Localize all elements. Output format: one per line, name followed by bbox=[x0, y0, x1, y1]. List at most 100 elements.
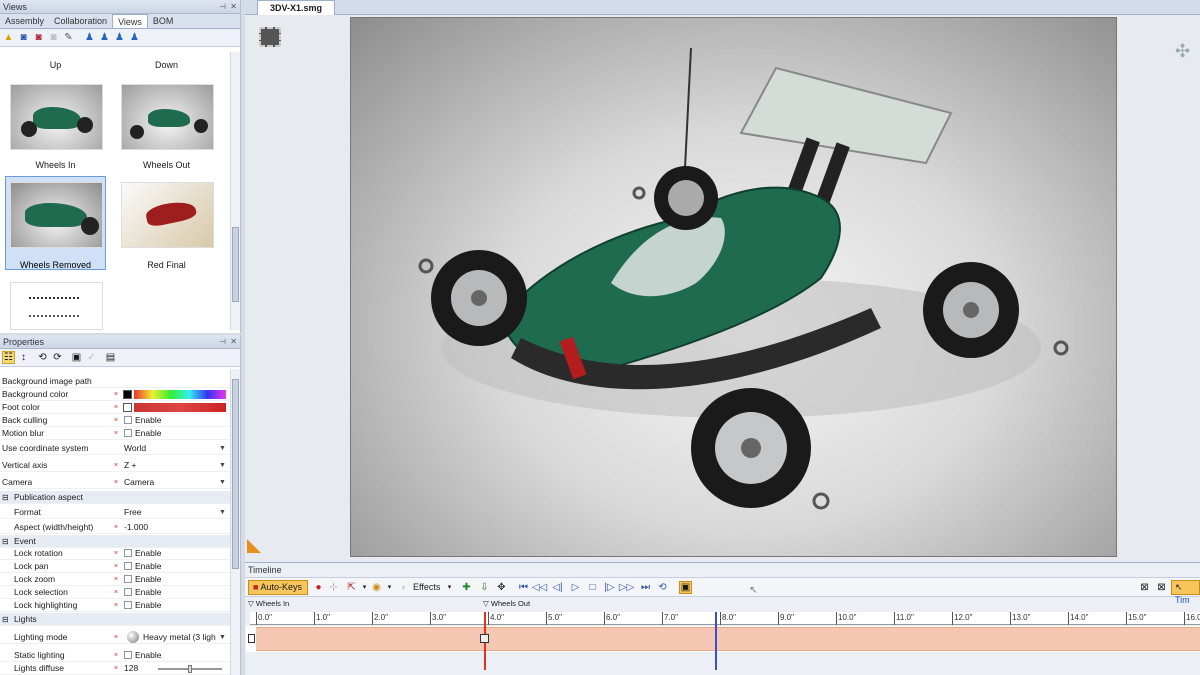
property-row[interactable]: Format Free ▼ bbox=[0, 506, 231, 519]
checkbox[interactable] bbox=[124, 416, 132, 424]
dropdown-arrow-icon[interactable]: ▼ bbox=[219, 506, 226, 519]
property-value[interactable]: Enable bbox=[124, 599, 161, 612]
key-move-icon[interactable]: ✥ bbox=[495, 581, 508, 594]
marker-wheels-in[interactable]: ▽ Wheels In bbox=[248, 599, 289, 608]
delete-view-icon[interactable]: ◙ bbox=[32, 31, 45, 44]
color-swatch[interactable] bbox=[123, 403, 132, 412]
zoom-fit-icon[interactable]: ⊠ bbox=[1138, 581, 1151, 594]
scrollbar-thumb[interactable] bbox=[232, 227, 239, 302]
dropdown-icon[interactable]: ▾ bbox=[383, 581, 396, 594]
reset-marker-icon[interactable]: × bbox=[114, 476, 118, 489]
property-row[interactable]: Lock zoom Enable × bbox=[0, 573, 231, 586]
property-value[interactable]: Enable bbox=[124, 573, 161, 586]
property-row[interactable]: Camera Camera ▼ × bbox=[0, 476, 231, 489]
document-tab[interactable]: 3DV-X1.smg bbox=[257, 0, 336, 15]
record-dot-icon[interactable]: ● bbox=[312, 581, 325, 594]
reset-marker-icon[interactable]: × bbox=[114, 586, 118, 599]
prev-frame-icon[interactable]: ◁| bbox=[551, 581, 564, 594]
properties-scrollbar[interactable] bbox=[230, 369, 240, 675]
property-value[interactable]: Camera bbox=[124, 476, 154, 489]
checkbox[interactable] bbox=[124, 588, 132, 596]
tab-collaboration[interactable]: Collaboration bbox=[49, 14, 112, 28]
property-row[interactable]: Lock selection Enable × bbox=[0, 586, 231, 599]
property-row[interactable]: Aspect (width/height) -1.000 × bbox=[0, 521, 231, 534]
disabled-icon[interactable]: ✓ bbox=[85, 351, 98, 364]
diffuse-slider[interactable] bbox=[158, 665, 222, 673]
checkbox[interactable] bbox=[124, 575, 132, 583]
collapse-icon[interactable]: ⊟ bbox=[2, 613, 9, 626]
add-key-icon[interactable]: ✚ bbox=[460, 581, 473, 594]
checkbox[interactable] bbox=[124, 562, 132, 570]
prev-key-icon[interactable]: ◁◁ bbox=[532, 581, 547, 594]
property-value[interactable]: Enable bbox=[124, 427, 161, 440]
property-value[interactable]: Enable bbox=[124, 560, 161, 573]
dropdown-arrow-icon[interactable]: ▼ bbox=[219, 442, 226, 455]
animation-bar[interactable] bbox=[256, 627, 1200, 651]
dropdown-icon[interactable]: ▾ bbox=[443, 581, 456, 594]
scrollbar-thumb[interactable] bbox=[232, 379, 239, 569]
view-thumb-wheels-removed[interactable] bbox=[10, 182, 103, 248]
timeline-mode-button[interactable]: ↖ Tim bbox=[1171, 580, 1200, 605]
views-scrollbar[interactable] bbox=[230, 52, 240, 330]
sort-alpha-icon[interactable]: ↕ bbox=[17, 351, 30, 364]
checkbox[interactable] bbox=[124, 601, 132, 609]
color-gradient[interactable] bbox=[134, 390, 226, 399]
reset-marker-icon[interactable]: × bbox=[114, 521, 118, 534]
property-row[interactable]: Foot color × bbox=[0, 401, 231, 414]
property-row[interactable]: Static lighting Enable × bbox=[0, 649, 231, 662]
property-row[interactable]: Lights ⊟ bbox=[0, 613, 231, 626]
effects-icon[interactable]: ⸗ bbox=[397, 581, 410, 594]
corner-handle-icon[interactable] bbox=[247, 539, 261, 553]
go-end-icon[interactable]: ⏭ bbox=[639, 581, 652, 594]
next-key-icon[interactable]: ▷▷ bbox=[619, 581, 634, 594]
close-icon[interactable]: ✕ bbox=[230, 0, 237, 14]
key-icon[interactable]: ⊹ bbox=[327, 581, 340, 594]
zoom-range-icon[interactable]: ⊠ bbox=[1155, 581, 1168, 594]
key-down-icon[interactable]: ⇩ bbox=[478, 581, 491, 594]
reset-marker-icon[interactable]: × bbox=[114, 599, 118, 612]
camera-view-icon-4[interactable]: ♟ bbox=[128, 31, 141, 44]
checkbox[interactable] bbox=[124, 429, 132, 437]
property-value[interactable]: Enable bbox=[124, 414, 161, 427]
reset-marker-icon[interactable]: × bbox=[114, 547, 118, 560]
axis-gizmo-icon[interactable]: ✣ bbox=[1175, 41, 1190, 62]
stop-icon[interactable]: □ bbox=[586, 581, 599, 594]
slider-thumb[interactable] bbox=[188, 665, 192, 673]
key-handle-playhead[interactable] bbox=[480, 634, 489, 643]
reset-marker-icon[interactable]: × bbox=[114, 414, 118, 427]
color-gradient[interactable] bbox=[134, 403, 226, 412]
palette-icon[interactable]: ◉ bbox=[370, 581, 383, 594]
key-handle-start[interactable] bbox=[248, 634, 255, 643]
auto-keys-button[interactable]: ■ Auto-Keys bbox=[248, 580, 308, 595]
dropdown-arrow-icon[interactable]: ▼ bbox=[219, 476, 226, 489]
update-view-icon[interactable]: ◙ bbox=[17, 31, 30, 44]
property-row[interactable]: Use coordinate system World ▼ bbox=[0, 442, 231, 455]
render-canvas[interactable] bbox=[350, 17, 1117, 557]
categorized-icon[interactable]: ☷ bbox=[2, 351, 15, 364]
property-value[interactable]: Enable bbox=[124, 586, 161, 599]
loop-icon[interactable]: ⟲ bbox=[656, 581, 669, 594]
reset-marker-icon[interactable]: × bbox=[114, 401, 118, 414]
pin-icon[interactable]: ⊣ bbox=[219, 335, 226, 349]
time-ruler[interactable]: 0.0" 1.0" 2.0" 3.0" 4.0" 5.0" 6.0" 7.0" 8.0" 9.0"… bbox=[250, 612, 1200, 625]
reset-marker-icon[interactable]: × bbox=[114, 388, 118, 401]
tab-views[interactable]: Views bbox=[112, 14, 148, 28]
page-icon[interactable]: ▣ bbox=[70, 351, 83, 364]
property-value[interactable]: World bbox=[124, 442, 146, 455]
property-value[interactable]: Heavy metal (3 ligh bbox=[127, 631, 216, 644]
property-row[interactable]: Vertical axis Z + ▼ × bbox=[0, 459, 231, 472]
property-row[interactable]: Publication aspect ⊟ bbox=[0, 491, 231, 504]
checkbox[interactable] bbox=[124, 549, 132, 557]
marker-wheels-out[interactable]: ▽ Wheels Out bbox=[483, 599, 530, 608]
reset-marker-icon[interactable]: × bbox=[114, 662, 118, 675]
brush-icon[interactable]: ✎ bbox=[62, 31, 75, 44]
property-value[interactable]: -1.000 bbox=[124, 521, 148, 534]
pin-icon[interactable]: ⊣ bbox=[219, 0, 226, 14]
property-row[interactable]: Back culling Enable × bbox=[0, 414, 231, 427]
checkbox[interactable] bbox=[124, 651, 132, 659]
select-tool-icon[interactable]: ⇱ bbox=[345, 581, 358, 594]
property-value[interactable]: Enable bbox=[124, 547, 161, 560]
reset-marker-icon[interactable]: × bbox=[114, 649, 118, 662]
property-row[interactable]: Lock rotation Enable × bbox=[0, 547, 231, 560]
property-value[interactable]: 128 bbox=[124, 662, 138, 675]
